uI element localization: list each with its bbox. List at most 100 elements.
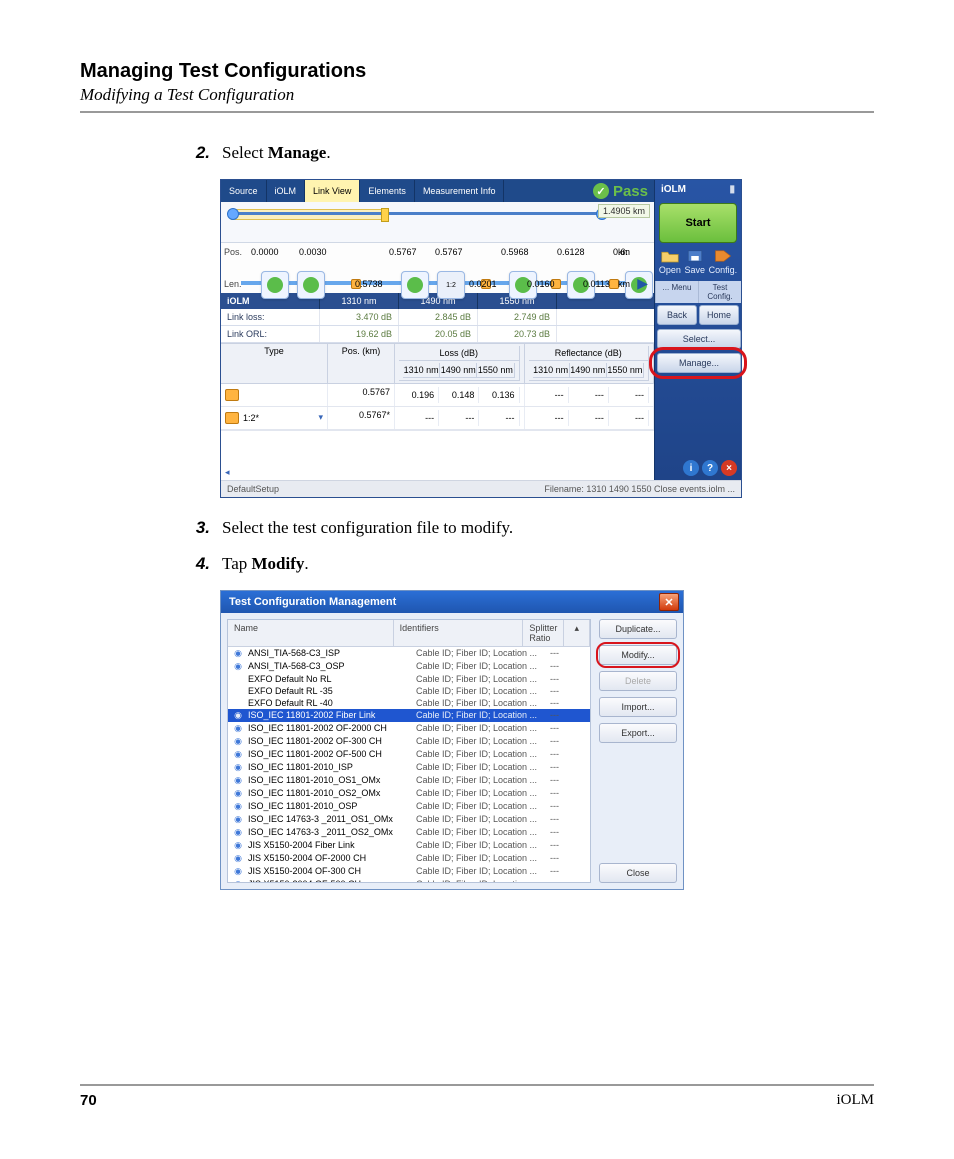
screenshot-test-config-mgmt: Test Configuration Management ✕ Name Ide… <box>220 590 684 890</box>
fiber-diagram[interactable]: Pos. 0.0000 0.0030 0.5767 0.5767 0.5968 … <box>221 243 654 293</box>
config-list[interactable]: Name Identifiers Splitter Ratio ▴ ◉ANSI_… <box>227 619 591 883</box>
tab-elements[interactable]: Elements <box>360 180 415 202</box>
list-item[interactable]: ◉JIS X5150-2004 OF-500 CHCable ID; Fiber… <box>228 878 590 883</box>
globe-icon: ◉ <box>232 840 244 851</box>
step-strong: Modify <box>252 554 305 573</box>
chevron-down-icon[interactable]: ▾ <box>318 412 323 423</box>
table-row[interactable]: 0.5767 0.196 0.148 0.136 --- --- --- <box>221 384 654 407</box>
step-number: 3. <box>180 518 222 538</box>
globe-icon: ◉ <box>232 749 244 760</box>
list-item[interactable]: ◉ANSI_TIA-568-C3_OSPCable ID; Fiber ID; … <box>228 660 590 673</box>
product-name: iOLM <box>837 1092 875 1109</box>
list-item[interactable]: ◉ISO_IEC 11801-2010_OSPCable ID; Fiber I… <box>228 800 590 813</box>
back-button[interactable]: Back <box>657 305 697 325</box>
check-icon: ✓ <box>593 183 609 199</box>
status-setup: DefaultSetup <box>227 484 279 494</box>
page-subtitle: Modifying a Test Configuration <box>80 85 874 105</box>
step-text-post: . <box>304 554 308 573</box>
step-number: 4. <box>180 554 222 574</box>
step-text: Select the test configuration file to mo… <box>222 518 513 538</box>
distance-badge: 1.4905 km <box>598 204 650 218</box>
sort-up-icon[interactable]: ▴ <box>564 620 590 646</box>
globe-icon: ◉ <box>232 866 244 877</box>
step-text: Select <box>222 143 268 162</box>
globe-icon <box>232 674 244 684</box>
table-row[interactable]: 1:2*▾ 0.5767* --- --- --- --- --- --- <box>221 407 654 430</box>
start-button[interactable]: Start <box>659 203 737 243</box>
pass-status: ✓ Pass <box>593 180 654 202</box>
save-button[interactable]: Save <box>684 249 705 275</box>
breadcrumb[interactable]: ... Menu <box>655 281 698 303</box>
splice-icon <box>225 389 239 401</box>
globe-icon: ◉ <box>232 879 244 883</box>
modify-button[interactable]: Modify... <box>599 645 677 665</box>
tab-iolm[interactable]: iOLM <box>267 180 306 202</box>
splitter-icon <box>225 412 239 424</box>
sidebar: iOLM ▮ Start Open Save <box>654 180 741 480</box>
globe-icon: ◉ <box>232 710 244 721</box>
col-identifiers[interactable]: Identifiers <box>394 620 524 646</box>
list-item[interactable]: ◉ANSI_TIA-568-C3_ISPCable ID; Fiber ID; … <box>228 647 590 660</box>
globe-icon <box>232 698 244 708</box>
globe-icon: ◉ <box>232 788 244 799</box>
tab-measurement-info[interactable]: Measurement Info <box>415 180 505 202</box>
globe-icon: ◉ <box>232 801 244 812</box>
config-button[interactable]: Config. <box>709 249 738 275</box>
link-overview[interactable]: 1.4905 km <box>221 202 654 243</box>
list-item[interactable]: ◉JIS X5150-2004 OF-300 CHCable ID; Fiber… <box>228 865 590 878</box>
battery-icon: ▮ <box>729 184 735 195</box>
close-icon[interactable]: ✕ <box>659 593 679 611</box>
manage-button[interactable]: Manage... <box>657 353 741 373</box>
chevron-left-icon[interactable]: ◂ <box>225 467 230 478</box>
globe-icon: ◉ <box>232 762 244 773</box>
list-item[interactable]: ◉JIS X5150-2004 OF-2000 CHCable ID; Fibe… <box>228 852 590 865</box>
export-button[interactable]: Export... <box>599 723 677 743</box>
dialog-title: Test Configuration Management <box>229 596 396 608</box>
globe-icon: ◉ <box>232 853 244 864</box>
list-item[interactable]: ◉ISO_IEC 11801-2002 OF-300 CHCable ID; F… <box>228 735 590 748</box>
list-item[interactable]: ◉JIS X5150-2004 Fiber LinkCable ID; Fibe… <box>228 839 590 852</box>
globe-icon: ◉ <box>232 723 244 734</box>
list-item[interactable]: ◉ISO_IEC 11801-2010_OS2_OMxCable ID; Fib… <box>228 787 590 800</box>
help-icon[interactable]: ? <box>702 460 718 476</box>
page-number: 70 <box>80 1092 97 1109</box>
list-item[interactable]: EXFO Default RL -35Cable ID; Fiber ID; L… <box>228 685 590 697</box>
open-button[interactable]: Open <box>659 249 681 275</box>
home-button[interactable]: Home <box>699 305 739 325</box>
breadcrumb[interactable]: Test Config. <box>698 281 741 303</box>
list-item[interactable]: ◉ISO_IEC 11801-2002 Fiber LinkCable ID; … <box>228 709 590 722</box>
globe-icon: ◉ <box>232 827 244 838</box>
tab-link-view[interactable]: Link View <box>305 180 360 202</box>
product-label: iOLM <box>661 184 686 195</box>
close-button[interactable]: Close <box>599 863 677 883</box>
list-item[interactable]: ◉ISO_IEC 11801-2010_OS1_OMxCable ID; Fib… <box>228 774 590 787</box>
step-text-post: . <box>326 143 330 162</box>
select-button[interactable]: Select... <box>657 329 741 349</box>
step-strong: Manage <box>268 143 327 162</box>
header-rule <box>80 111 874 113</box>
status-filename: Filename: 1310 1490 1550 Close events.io… <box>544 484 735 494</box>
col-name[interactable]: Name <box>228 620 394 646</box>
tab-source[interactable]: Source <box>221 180 267 202</box>
close-icon[interactable]: × <box>721 460 737 476</box>
screenshot-iolm: Source iOLM Link View Elements Measureme… <box>220 179 742 498</box>
scroll-right-icon[interactable]: ▶ <box>637 275 648 292</box>
list-item[interactable]: ◉ISO_IEC 11801-2002 OF-500 CHCable ID; F… <box>228 748 590 761</box>
list-item[interactable]: EXFO Default No RLCable ID; Fiber ID; Lo… <box>228 673 590 685</box>
step-text: Tap <box>222 554 252 573</box>
list-item[interactable]: ◉ISO_IEC 11801-2010_ISPCable ID; Fiber I… <box>228 761 590 774</box>
globe-icon: ◉ <box>232 775 244 786</box>
import-button[interactable]: Import... <box>599 697 677 717</box>
duplicate-button[interactable]: Duplicate... <box>599 619 677 639</box>
list-item[interactable]: ◉ISO_IEC 11801-2002 OF-2000 CHCable ID; … <box>228 722 590 735</box>
globe-icon: ◉ <box>232 736 244 747</box>
col-splitter-ratio[interactable]: Splitter Ratio <box>523 620 564 646</box>
page-title: Managing Test Configurations <box>80 60 874 83</box>
delete-button[interactable]: Delete <box>599 671 677 691</box>
list-item[interactable]: ◉ISO_IEC 14763-3 _2011_OS2_OMxCable ID; … <box>228 826 590 839</box>
globe-icon <box>232 686 244 696</box>
list-item[interactable]: EXFO Default RL -40Cable ID; Fiber ID; L… <box>228 697 590 709</box>
globe-icon: ◉ <box>232 814 244 825</box>
info-icon[interactable]: i <box>683 460 699 476</box>
list-item[interactable]: ◉ISO_IEC 14763-3 _2011_OS1_OMxCable ID; … <box>228 813 590 826</box>
